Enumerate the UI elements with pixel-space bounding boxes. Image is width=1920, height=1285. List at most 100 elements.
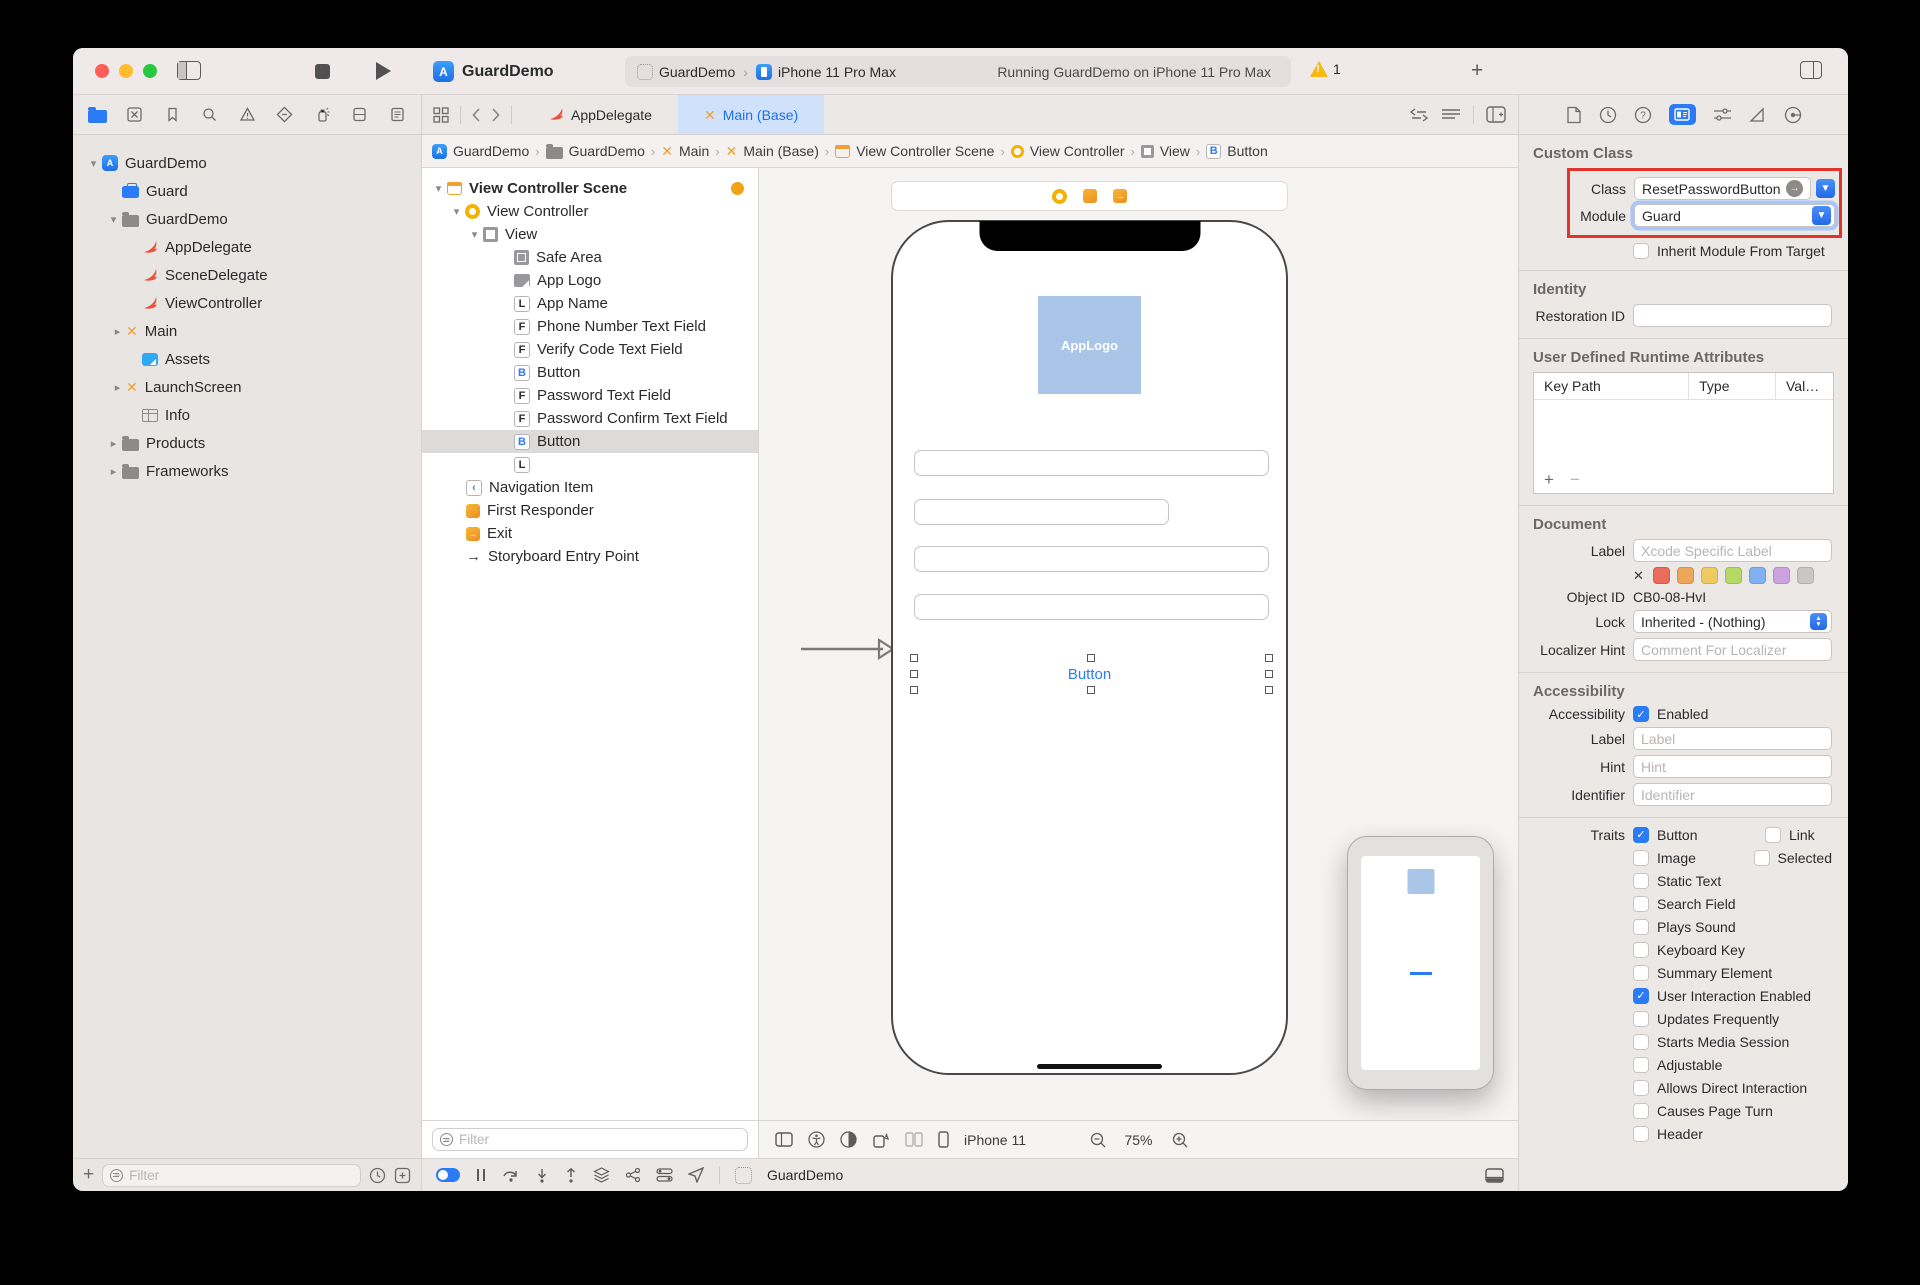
memory-graph-icon[interactable]	[625, 1167, 641, 1183]
outline-item-exit[interactable]: → Exit	[422, 522, 758, 545]
phone-number-text-field[interactable]	[914, 450, 1269, 476]
breakpoints-navigator-icon[interactable]	[350, 105, 370, 125]
tests-navigator-icon[interactable]	[275, 105, 295, 125]
appearance-toggle-icon[interactable]	[840, 1131, 857, 1148]
outline-item-view[interactable]: ▾ View	[422, 223, 758, 246]
selection-handle[interactable]	[910, 654, 918, 662]
breadcrumb-view[interactable]: View	[1140, 143, 1190, 159]
password-text-field[interactable]	[914, 546, 1269, 572]
outline-item-view-controller[interactable]: ▾ View Controller	[422, 200, 758, 223]
forward-button-icon[interactable]	[491, 107, 501, 123]
outline-item-button-1[interactable]: B Button	[422, 361, 758, 384]
run-destination[interactable]: iPhone 11 Pro Max	[778, 64, 896, 80]
outline-item-button-2-selected[interactable]: B Button	[422, 430, 758, 453]
nav-item-viewcontroller[interactable]: ViewController	[73, 289, 421, 317]
view-controller-icon[interactable]	[1052, 188, 1067, 204]
scm-filter-icon[interactable]	[394, 1167, 411, 1184]
nav-item-appdelegate[interactable]: AppDelegate	[73, 233, 421, 261]
identity-inspector-icon[interactable]	[1668, 104, 1696, 125]
device-name[interactable]: iPhone 11	[964, 1132, 1026, 1148]
add-attribute-button[interactable]: +	[1544, 470, 1554, 490]
swatch-orange[interactable]	[1676, 567, 1694, 584]
nav-item-guard[interactable]: Guard	[73, 177, 421, 205]
stop-button[interactable]	[315, 64, 330, 79]
trait-search-field[interactable]: Search Field	[1633, 895, 1736, 912]
a11y-identifier-input[interactable]: Identifier	[1633, 783, 1832, 806]
close-window-button[interactable]	[95, 64, 109, 78]
selection-handle[interactable]	[910, 686, 918, 694]
swatch-purple[interactable]	[1772, 567, 1790, 584]
selected-button[interactable]: Button	[893, 666, 1286, 683]
run-button[interactable]	[376, 62, 391, 80]
outline-item-first-responder[interactable]: First Responder	[422, 499, 758, 522]
breadcrumb-group[interactable]: GuardDemo	[545, 143, 645, 159]
attributes-inspector-icon[interactable]	[1713, 107, 1732, 123]
reports-navigator-icon[interactable]	[387, 105, 407, 125]
password-confirm-text-field[interactable]	[914, 594, 1269, 620]
trait-adjustable[interactable]: Adjustable	[1633, 1056, 1722, 1073]
breadcrumb-project[interactable]: A GuardDemo	[432, 143, 529, 159]
restoration-id-input[interactable]	[1633, 304, 1832, 327]
outline-item-verify-field[interactable]: F Verify Code Text Field	[422, 338, 758, 361]
lock-dropdown[interactable]: Inherited - (Nothing) ▲ ▼	[1633, 610, 1832, 633]
first-responder-icon[interactable]	[1083, 189, 1097, 203]
bookmarks-navigator-icon[interactable]	[162, 105, 182, 125]
code-review-icon[interactable]	[1409, 107, 1429, 122]
document-label-input[interactable]: Xcode Specific Label	[1633, 539, 1832, 562]
app-logo-image-view[interactable]: AppLogo	[1038, 296, 1141, 394]
issues-navigator-icon[interactable]	[237, 105, 257, 125]
accessibility-preview-icon[interactable]	[808, 1131, 825, 1148]
trait-user-interaction-enabled[interactable]: ✓ User Interaction Enabled	[1633, 987, 1811, 1004]
step-out-icon[interactable]	[564, 1167, 578, 1183]
nav-item-project-root[interactable]: ▾ A GuardDemo	[73, 149, 421, 177]
localizer-hint-input[interactable]: Comment For Localizer	[1633, 638, 1832, 661]
new-tab-button[interactable]: +	[1471, 59, 1483, 83]
connections-inspector-icon[interactable]	[1784, 106, 1802, 124]
swatch-green[interactable]	[1724, 567, 1742, 584]
trait-static-text[interactable]: Static Text	[1633, 872, 1721, 889]
zoom-out-icon[interactable]	[1088, 1131, 1106, 1149]
quick-help-inspector-icon[interactable]: ?	[1634, 106, 1652, 124]
scheme-selector[interactable]: GuardDemo › iPhone 11 Pro Max Running Gu…	[625, 56, 1291, 87]
environment-overrides-icon[interactable]	[656, 1167, 673, 1183]
trait-selected[interactable]: Selected	[1753, 849, 1832, 866]
outline-item-app-name[interactable]: L App Name	[422, 292, 758, 315]
navigator-filter-input[interactable]: Filter	[102, 1163, 361, 1187]
trait-causes-page-turn[interactable]: Causes Page Turn	[1633, 1102, 1773, 1119]
debug-navigator-icon[interactable]	[312, 105, 332, 125]
selection-handle[interactable]	[1087, 686, 1095, 694]
breadcrumb-main[interactable]: ✕ Main	[661, 143, 709, 159]
toggle-inspector-icon[interactable]	[1800, 61, 1822, 79]
nav-item-launchscreen[interactable]: ▸ ✕ LaunchScreen	[73, 373, 421, 401]
column-key-path[interactable]: Key Path	[1534, 378, 1688, 394]
outline-item-navigation-item[interactable]: ‹ Navigation Item	[422, 476, 758, 499]
size-inspector-icon[interactable]	[1748, 106, 1767, 123]
iphone-design-surface[interactable]: AppLogo Button	[891, 220, 1288, 1075]
class-input[interactable]: ResetPasswordButton →	[1634, 177, 1811, 200]
outline-item-entry-point[interactable]: → Storyboard Entry Point	[422, 545, 758, 568]
nav-item-guarddemo-group[interactable]: ▾ GuardDemo	[73, 205, 421, 233]
simulate-location-icon[interactable]	[688, 1167, 704, 1183]
trait-allows-direct-interaction[interactable]: Allows Direct Interaction	[1633, 1079, 1807, 1096]
selection-handle[interactable]	[1265, 654, 1273, 662]
module-dropdown-icon[interactable]: ▼	[1812, 206, 1831, 225]
device-preview-thumbnail[interactable]	[1347, 836, 1494, 1090]
swatch-red[interactable]	[1652, 567, 1670, 584]
step-over-icon[interactable]	[502, 1168, 520, 1182]
a11y-hint-input[interactable]: Hint	[1633, 755, 1832, 778]
trait-button[interactable]: ✓ Button	[1633, 826, 1765, 843]
device-icon[interactable]	[938, 1131, 949, 1148]
add-file-button[interactable]: +	[83, 1164, 94, 1186]
nav-item-products[interactable]: ▸ Products	[73, 429, 421, 457]
swatch-blue[interactable]	[1748, 567, 1766, 584]
outline-item-label-empty[interactable]: L	[422, 453, 758, 476]
outline-item-safe-area[interactable]: Safe Area	[422, 246, 758, 269]
file-inspector-icon[interactable]	[1566, 106, 1582, 124]
trait-updates-frequently[interactable]: Updates Frequently	[1633, 1010, 1779, 1027]
outline-item-app-logo[interactable]: App Logo	[422, 269, 758, 292]
trait-plays-sound[interactable]: Plays Sound	[1633, 918, 1736, 935]
split-view-icon[interactable]	[905, 1132, 923, 1147]
remove-attribute-button[interactable]: −	[1570, 470, 1580, 490]
breadcrumb-main-base[interactable]: ✕ Main (Base)	[726, 143, 819, 159]
trait-header[interactable]: Header	[1633, 1125, 1703, 1142]
